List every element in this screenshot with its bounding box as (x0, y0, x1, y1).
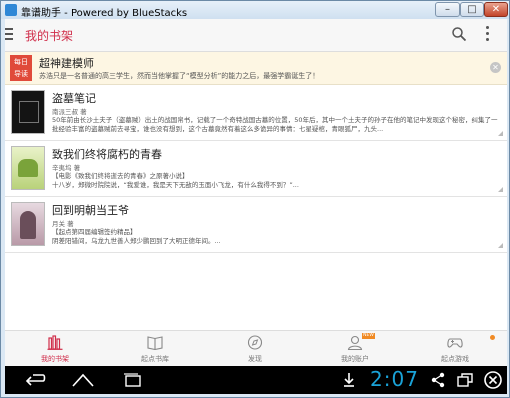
compass-icon (247, 335, 263, 350)
tab-label: 起点书库 (141, 355, 169, 363)
book-item[interactable]: 回到明朝当王爷 月关 著 【起点第四届编辑签约精品】 阴差阳错间，乌龙九世善人郑… (5, 197, 507, 253)
menu-icon[interactable] (5, 28, 13, 42)
book-menu-corner-icon[interactable] (498, 243, 503, 248)
page-title: 我的书架 (25, 29, 74, 43)
app-icon (5, 4, 17, 16)
new-badge: NEW (362, 333, 375, 339)
book-name: 致我们终将腐朽的青春 (52, 148, 162, 161)
more-options-icon[interactable] (486, 26, 490, 42)
tab-discover[interactable]: 发现 (205, 331, 305, 367)
book-cover (11, 146, 45, 190)
book-author: 辛夷坞 著 (52, 164, 81, 172)
book-menu-corner-icon[interactable] (498, 131, 503, 136)
tab-account[interactable]: NEW 我的账户 (305, 331, 405, 367)
book-item[interactable]: 盗墓笔记 南派三叔 著 50年前由长沙土夫子（盗墓贼）出土的战国帛书，记载了一个… (5, 85, 507, 141)
maximize-icon: □ (467, 4, 477, 15)
android-screen: 我的书架 每日 导读 超神建模师 苏浩只是一名普通的高三学生，然而当他掌握了“模… (5, 19, 507, 394)
badge-line1: 每日 (14, 58, 28, 66)
notification-dot (490, 335, 495, 340)
book-menu-corner-icon[interactable] (498, 187, 503, 192)
user-icon (347, 335, 363, 350)
close-button[interactable]: ✕ (484, 2, 508, 17)
back-icon[interactable] (23, 371, 47, 389)
home-icon[interactable] (71, 371, 95, 389)
daily-reading-badge: 每日 导读 (10, 55, 32, 81)
tab-label: 我的书架 (41, 355, 69, 363)
close-icon: ✕ (491, 4, 501, 15)
minimize-icon: – (445, 4, 450, 15)
daily-reading-banner[interactable]: 每日 导读 超神建模师 苏浩只是一名普通的高三学生，然而当他掌握了“模型分析”的… (5, 52, 507, 85)
banner-description: 苏浩只是一名普通的高三学生，然而当他掌握了“模型分析”的能力之后，最强学霸诞生了… (39, 72, 320, 80)
book-author: 南派三叔 著 (52, 108, 87, 116)
book-author: 月关 著 (52, 220, 74, 228)
maximize-button[interactable]: □ (460, 2, 484, 17)
window-title: 靠谱助手 - Powered by BlueStacks (21, 8, 188, 19)
book-cover (11, 202, 45, 246)
search-icon[interactable] (452, 27, 466, 41)
app-header: 我的书架 (5, 19, 507, 52)
book-name: 回到明朝当王爷 (52, 204, 129, 217)
recent-apps-icon[interactable] (121, 371, 145, 389)
banner-title: 超神建模师 (39, 57, 94, 70)
clock: 2:07 (370, 367, 419, 391)
window-titlebar[interactable]: 靠谱助手 - Powered by BlueStacks – □ ✕ (1, 1, 509, 19)
book-item[interactable]: 致我们终将腐朽的青春 辛夷坞 著 【电影《致我们终将逝去的青春》之原著小说】 十… (5, 141, 507, 197)
app-window: 靠谱助手 - Powered by BlueStacks – □ ✕ 我的书架 … (0, 0, 510, 398)
download-icon[interactable] (342, 371, 356, 389)
book-description: 【起点第四届编辑签约精品】 阴差阳错间，乌龙九世善人郑少鹏回到了大明正德年间。.… (52, 228, 221, 245)
book-description: 【电影《致我们终将逝去的青春》之原著小说】 十八岁，郑微时院院说，“我爱谁，我是… (52, 172, 299, 189)
tab-bookshelf[interactable]: 我的书架 (5, 331, 105, 367)
tab-library[interactable]: 起点书库 (105, 331, 205, 367)
tab-label: 我的账户 (341, 355, 369, 363)
window-mode-icon[interactable] (456, 371, 474, 389)
book-description: 50年前由长沙土夫子（盗墓贼）出土的战国帛书，记载了一个奇特战国古墓的位置，50… (52, 116, 498, 133)
bookshelf-icon (47, 335, 63, 350)
tab-games[interactable]: 起点游戏 (405, 331, 505, 367)
exit-icon[interactable] (483, 371, 503, 389)
tab-label: 发现 (248, 355, 262, 363)
book-name: 盗墓笔记 (52, 92, 96, 105)
gamepad-icon (447, 338, 463, 348)
bottom-tab-bar: 我的书架 起点书库 发现 NEW 我的账户 起点游戏 (5, 330, 507, 367)
book-open-icon (147, 336, 163, 350)
badge-line2: 导读 (14, 70, 28, 78)
book-cover (11, 90, 45, 134)
share-icon[interactable] (430, 371, 446, 389)
minimize-button[interactable]: – (435, 2, 460, 17)
banner-close-icon[interactable]: ✕ (490, 62, 501, 73)
tab-label: 起点游戏 (441, 355, 469, 363)
android-nav-bar: 2:07 (5, 366, 507, 394)
